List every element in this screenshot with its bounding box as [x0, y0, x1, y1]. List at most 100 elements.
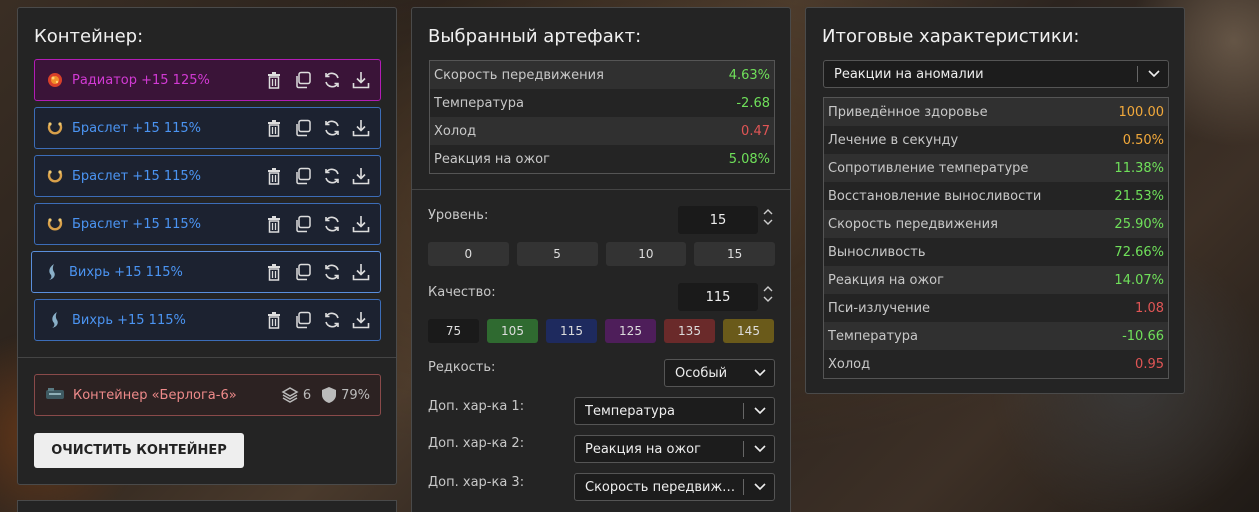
- download-icon[interactable]: [351, 263, 370, 282]
- artifact-slot-2[interactable]: Браслет +15 115%: [34, 107, 381, 149]
- container-panel: Контейнер: Радиатор +15 125% Браслет +15 …: [17, 7, 397, 485]
- stat-name: Восстановление выносливости: [828, 188, 1042, 204]
- artifact-actions: [264, 119, 370, 138]
- total-stat-row: Сопротивление температуре 11.38%: [824, 154, 1168, 182]
- extra2-label: Доп. хар-ка 2:: [428, 436, 525, 451]
- chevron-up-icon: [763, 209, 773, 215]
- total-stat-row: Скорость передвижения 25.90%: [824, 210, 1168, 238]
- stat-name: Сопротивление температуре: [828, 160, 1029, 176]
- refresh-icon[interactable]: [322, 215, 341, 234]
- layers-icon: [281, 387, 299, 403]
- total-stat-row: Лечение в секунду 0.50%: [824, 126, 1168, 154]
- quality-presets: 75 105 115 125 135 145: [428, 319, 775, 343]
- level-preset-button[interactable]: 5: [516, 242, 598, 266]
- artifact-slot-5[interactable]: Вихрь +15 115%: [31, 251, 381, 293]
- refresh-icon[interactable]: [322, 311, 341, 330]
- delete-icon[interactable]: [264, 71, 283, 90]
- quality-label: Качество:: [428, 285, 496, 300]
- quality-preset-button[interactable]: 135: [664, 319, 715, 343]
- download-icon[interactable]: [351, 71, 370, 90]
- stat-value: -10.66: [1122, 328, 1164, 344]
- level-presets: 0 5 10 15: [428, 242, 775, 266]
- select-divider: [743, 441, 744, 457]
- delete-icon[interactable]: [264, 263, 283, 282]
- level-preset-button[interactable]: 0: [428, 242, 509, 266]
- delete-icon[interactable]: [264, 167, 283, 186]
- chevron-down-icon: [763, 219, 773, 225]
- extra3-select[interactable]: Скорость передвижения: [574, 473, 775, 501]
- artifact-slot-4[interactable]: Браслет +15 115%: [34, 203, 381, 245]
- copy-icon[interactable]: [293, 311, 312, 330]
- copy-icon[interactable]: [293, 215, 312, 234]
- stat-value: 100.00: [1118, 104, 1165, 120]
- lower-panel-edge: [17, 500, 397, 512]
- delete-icon[interactable]: [264, 311, 283, 330]
- stat-name: Холод: [828, 356, 871, 372]
- level-preset-button[interactable]: 15: [694, 242, 775, 266]
- artifact-stat-row: Скорость передвижения 4.63%: [430, 61, 774, 89]
- artifact-slot-1[interactable]: Радиатор +15 125%: [34, 59, 381, 101]
- select-divider: [1137, 66, 1138, 82]
- quality-preset-button[interactable]: 75: [428, 319, 479, 343]
- total-stat-row: Восстановление выносливости 21.53%: [824, 182, 1168, 210]
- chevron-down-icon: [763, 296, 773, 302]
- selected-artifact-title: Выбранный артефакт:: [428, 26, 642, 47]
- copy-icon[interactable]: [293, 167, 312, 186]
- chevron-down-icon: [750, 369, 770, 377]
- download-icon[interactable]: [351, 119, 370, 138]
- copy-icon[interactable]: [293, 71, 312, 90]
- artifact-list: Радиатор +15 125% Браслет +15 115% Браслет…: [31, 59, 381, 347]
- stat-value: 1.08: [1135, 300, 1164, 316]
- stat-name: Приведённое здоровье: [828, 104, 988, 120]
- quality-input[interactable]: 115: [678, 283, 758, 311]
- clear-container-button[interactable]: ОЧИСТИТЬ КОНТЕЙНЕР: [34, 433, 244, 468]
- chevron-up-icon: [763, 286, 773, 292]
- stat-name: Холод: [434, 123, 477, 139]
- delete-icon[interactable]: [264, 215, 283, 234]
- copy-icon[interactable]: [293, 119, 312, 138]
- copy-icon[interactable]: [293, 263, 312, 282]
- refresh-icon[interactable]: [322, 263, 341, 282]
- quality-preset-button[interactable]: 105: [487, 319, 538, 343]
- totals-filter-select[interactable]: Реакции на аномалии: [823, 60, 1169, 88]
- refresh-icon[interactable]: [322, 71, 341, 90]
- totals-table: Приведённое здоровье 100.00 Лечение в секу…: [823, 97, 1169, 379]
- stat-name: Реакция на ожог: [434, 151, 550, 167]
- artifact-slot-3[interactable]: Браслет +15 115%: [34, 155, 381, 197]
- quality-preset-button[interactable]: 145: [723, 319, 774, 343]
- level-input[interactable]: 15: [678, 206, 758, 234]
- extra1-select[interactable]: Температура: [574, 397, 775, 425]
- level-spinner[interactable]: [762, 208, 774, 226]
- extra2-select[interactable]: Реакция на ожог: [574, 435, 775, 463]
- refresh-icon[interactable]: [322, 167, 341, 186]
- level-preset-button[interactable]: 10: [605, 242, 687, 266]
- stat-name: Температура: [434, 95, 524, 111]
- bracelet-icon: [46, 167, 64, 185]
- download-icon[interactable]: [351, 311, 370, 330]
- divider: [18, 357, 396, 358]
- container-item[interactable]: Контейнер «Берлога-6» 6 79%: [34, 374, 381, 416]
- artifact-stat-row: Реакция на ожог 5.08%: [430, 145, 774, 173]
- slots-count: 6: [302, 387, 312, 403]
- quality-spinner[interactable]: [762, 285, 774, 303]
- total-stat-row: Выносливость 72.66%: [824, 238, 1168, 266]
- artifact-slot-6[interactable]: Вихрь +15 115%: [34, 299, 381, 341]
- container-slots: 6: [281, 386, 311, 404]
- download-icon[interactable]: [351, 167, 370, 186]
- radiator-icon: [46, 71, 64, 89]
- total-stat-row: Холод 0.95: [824, 350, 1168, 378]
- quality-preset-button[interactable]: 125: [605, 319, 656, 343]
- artifact-actions: [264, 263, 370, 282]
- artifact-label: Вихрь +15 115%: [72, 312, 186, 328]
- rarity-select[interactable]: Особый: [664, 359, 775, 387]
- artifact-actions: [264, 71, 370, 90]
- delete-icon[interactable]: [264, 119, 283, 138]
- stat-value: 5.08%: [728, 151, 770, 167]
- refresh-icon[interactable]: [322, 119, 341, 138]
- chevron-down-icon: [1144, 70, 1164, 78]
- stat-name: Скорость передвижения: [434, 67, 604, 83]
- artifact-stat-row: Температура -2.68: [430, 89, 774, 117]
- chevron-down-icon: [750, 483, 770, 491]
- download-icon[interactable]: [351, 215, 370, 234]
- quality-preset-button[interactable]: 115: [546, 319, 597, 343]
